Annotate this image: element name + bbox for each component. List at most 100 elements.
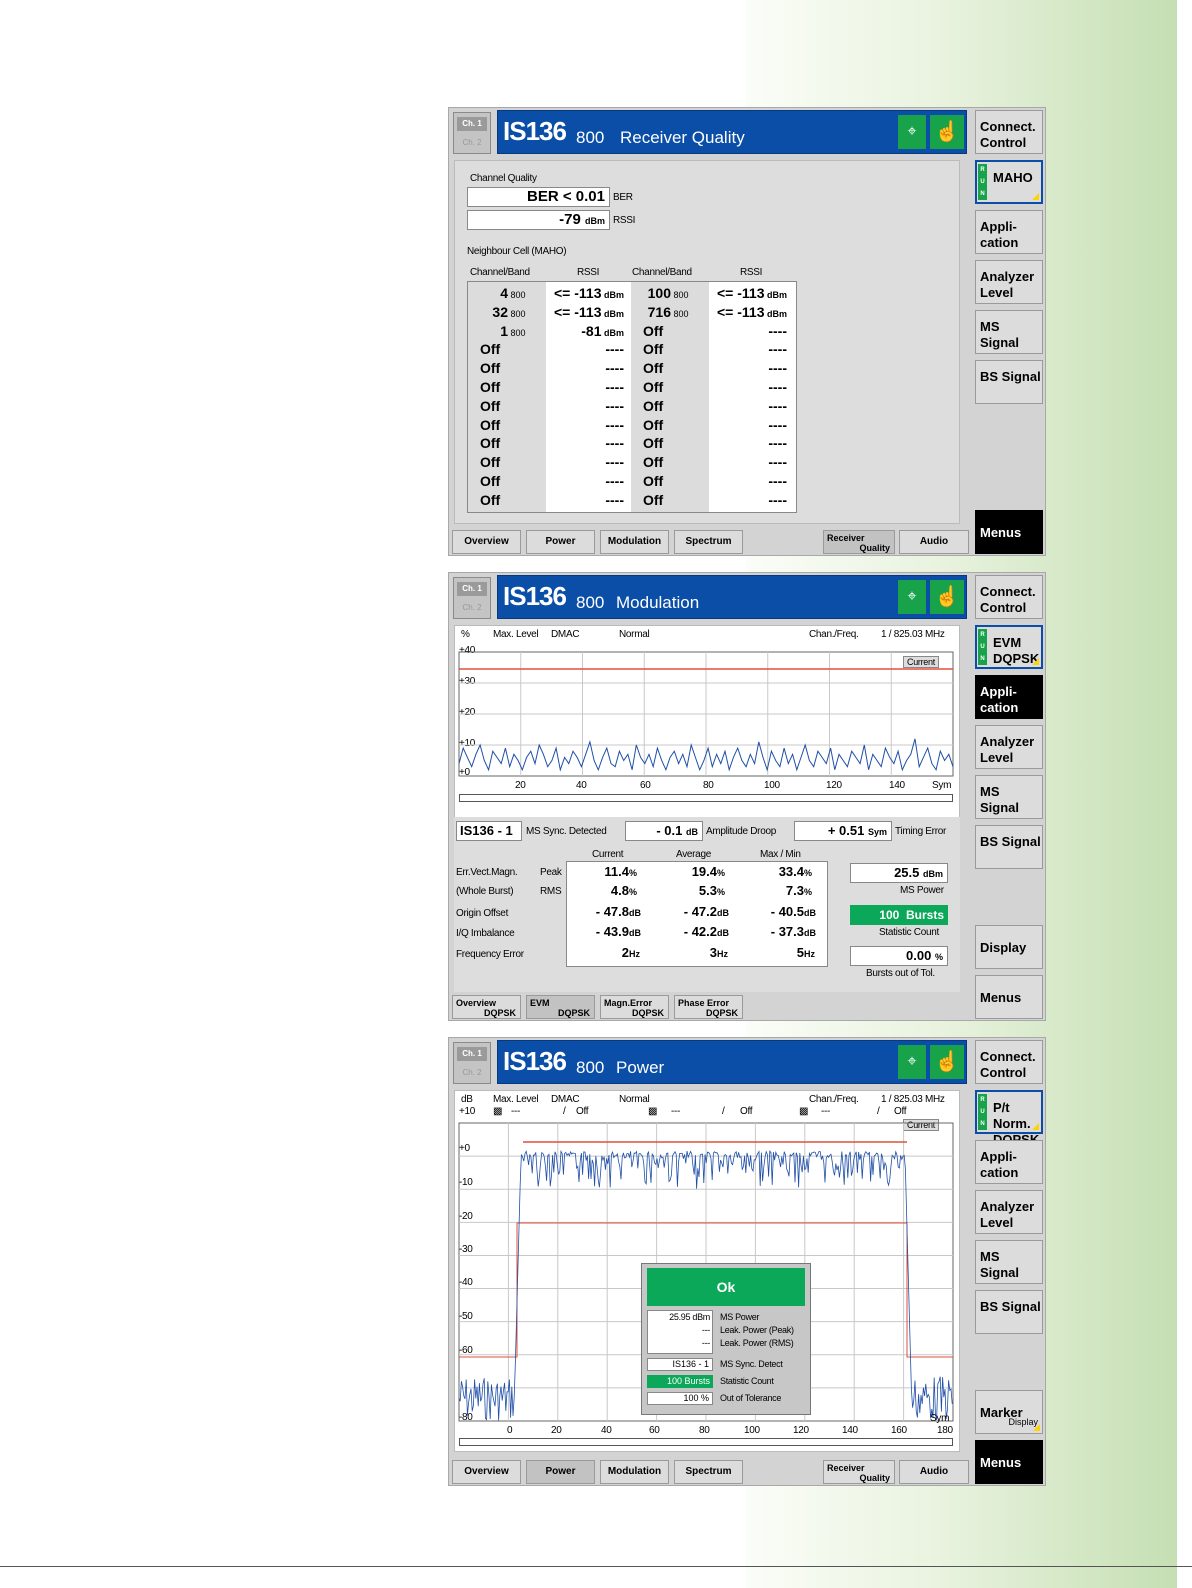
popup-sync-label: MS Sync. Detect — [720, 1359, 783, 1369]
ms-power-value: 25.5 dBm — [850, 863, 948, 883]
x-tick: 180 — [937, 1425, 953, 1436]
system-name: IS136 — [503, 581, 567, 611]
result-cell: 3 Hz — [709, 945, 728, 960]
result-cell: 11.4 % — [604, 864, 638, 879]
application-softkey[interactable]: Appli- cation — [975, 675, 1043, 719]
rssi-value: -79 dBm — [467, 210, 610, 230]
connect-control-softkey[interactable]: Connect. Control — [975, 575, 1043, 619]
bs-signal-softkey[interactable]: BS Signal — [975, 825, 1043, 869]
display-softkey[interactable]: Display — [975, 925, 1043, 969]
hotkey-overview-dqpsk[interactable]: Overview DQPSK — [452, 995, 521, 1019]
origin-offset-label: Origin Offset — [456, 908, 509, 919]
hand-pointer-icon[interactable]: ☝ — [930, 115, 964, 149]
rms-label: RMS — [540, 886, 562, 897]
ch2-indicator[interactable]: Ch. 2 — [457, 136, 487, 150]
hotkey-spectrum[interactable]: Spectrum — [674, 1460, 743, 1484]
connect-control-softkey[interactable]: Connect. Control — [975, 1040, 1043, 1084]
result-cell: 5 Hz — [796, 945, 815, 960]
maho-softkey[interactable]: R U N MAHO — [975, 160, 1043, 204]
analyzer-level-softkey[interactable]: Analyzer Level — [975, 1190, 1043, 1234]
ms-signal-softkey[interactable]: MS Signal — [975, 1240, 1043, 1284]
page-bottom-rule — [0, 1566, 1192, 1567]
channel-selector[interactable]: Ch. 1 Ch. 2 — [453, 577, 491, 619]
antenna-icon: ⌖ — [898, 580, 926, 614]
ms-signal-softkey[interactable]: MS Signal — [975, 310, 1043, 354]
table-cell-rssi: ---- — [768, 472, 787, 489]
hotkey-overview[interactable]: Overview — [452, 530, 521, 554]
x-tick: 20 — [551, 1425, 562, 1436]
menus-softkey[interactable]: Menus — [975, 1440, 1043, 1484]
title-bar: IS136 800 Power ⌖ ☝ — [497, 1040, 967, 1084]
evm-label: Err.Vect.Magn. — [456, 867, 518, 878]
hotkey-receiver-quality[interactable]: Receiver Quality — [823, 530, 895, 554]
analyzer-level-softkey[interactable]: Analyzer Level — [975, 260, 1043, 304]
hotkey-power[interactable]: Power — [526, 530, 595, 554]
hotkey-receiver-quality[interactable]: Receiver Quality — [823, 1460, 895, 1484]
evm-dqpsk-softkey[interactable]: R U N EVM DQPSK — [975, 625, 1043, 669]
droop-value: - 0.1 dB — [625, 821, 703, 841]
hotkey-magn-error-dqpsk[interactable]: Magn.Error DQPSK — [600, 995, 669, 1019]
hotkey-evm-dqpsk[interactable]: EVM DQPSK — [526, 995, 595, 1019]
scroll-bar[interactable] — [459, 1438, 953, 1446]
table-cell-channel: Off — [480, 341, 501, 358]
channel-selector[interactable]: Ch. 1 Ch. 2 — [453, 112, 491, 154]
band-label: 800 — [576, 128, 605, 147]
hotkey-overview[interactable]: Overview — [452, 1460, 521, 1484]
hotkey-spectrum[interactable]: Spectrum — [674, 530, 743, 554]
pt-norm-dqpsk-softkey[interactable]: RUNP/t Norm. DQPSK — [975, 1090, 1043, 1147]
ber-label: BER — [613, 192, 633, 203]
channel-selector[interactable]: Ch. 1 Ch. 2 — [453, 1042, 491, 1084]
connect-control-softkey[interactable]: Connect. Control — [975, 110, 1043, 154]
hotkey-audio[interactable]: Audio — [899, 1460, 969, 1484]
power-screen: Ch. 1 Ch. 2 IS136 800 Power ⌖ ☝ dB Max. … — [448, 1037, 1046, 1486]
table-cell-rssi: <= -113 dBm — [554, 285, 624, 301]
table-cell-channel: Off — [643, 416, 664, 433]
menus-softkey[interactable]: Menus — [975, 975, 1043, 1019]
x-tick: 80 — [703, 780, 714, 791]
ok-banner: Ok — [647, 1268, 805, 1306]
corner-triangle-icon — [1033, 1424, 1040, 1431]
bs-signal-softkey[interactable]: BS Signal — [975, 360, 1043, 404]
application-softkey[interactable]: Appli- cation — [975, 1140, 1043, 1184]
marker-display-softkey[interactable]: Marker Display — [975, 1390, 1043, 1434]
table-cell-rssi: ---- — [605, 360, 624, 377]
col-maxmin: Max / Min — [760, 849, 801, 860]
ch1-indicator[interactable]: Ch. 1 — [457, 582, 487, 596]
x-tick: 20 — [515, 780, 526, 791]
ch1-indicator[interactable]: Ch. 1 — [457, 117, 487, 131]
table-cell-rssi: ---- — [605, 491, 624, 508]
hand-pointer-icon[interactable]: ☝ — [930, 1045, 964, 1079]
hotkey-phase-error-dqpsk[interactable]: Phase Error DQPSK — [674, 995, 743, 1019]
ch1-indicator[interactable]: Ch. 1 — [457, 1047, 487, 1061]
application-softkey[interactable]: Appli- cation — [975, 210, 1043, 254]
result-cell: 2 Hz — [621, 945, 640, 960]
menus-softkey[interactable]: Menus — [975, 510, 1043, 554]
analyzer-level-softkey[interactable]: Analyzer Level — [975, 725, 1043, 769]
screen-title: Power — [616, 1058, 665, 1077]
x-tick-unit: Sym — [932, 780, 952, 791]
title-bar: IS136 800 Receiver Quality ⌖ ☝ — [497, 110, 967, 154]
ch2-indicator[interactable]: Ch. 2 — [457, 1066, 487, 1080]
x-tick: 160 — [891, 1425, 907, 1436]
table-cell-channel: Off — [643, 472, 664, 489]
y-tick: -80 — [459, 1412, 473, 1423]
bs-signal-softkey[interactable]: BS Signal — [975, 1290, 1043, 1334]
hotkey-modulation[interactable]: Modulation — [600, 530, 669, 554]
table-cell-rssi: ---- — [768, 435, 787, 452]
table-cell-channel: Off — [643, 454, 664, 471]
popup-leak-rms-label: Leak. Power (RMS) — [720, 1338, 794, 1348]
hotkey-audio[interactable]: Audio — [899, 530, 969, 554]
hand-pointer-icon[interactable]: ☝ — [930, 580, 964, 614]
scroll-bar[interactable] — [459, 794, 953, 802]
ms-signal-softkey[interactable]: MS Signal — [975, 775, 1043, 819]
table-cell-channel: 716 800 — [647, 303, 689, 320]
corner-triangle-icon — [1032, 658, 1039, 665]
result-popup: Ok 25.95 dBm --- --- MS Power Leak. Powe… — [641, 1263, 811, 1415]
corner-triangle-icon — [1032, 1123, 1039, 1130]
table-cell-rssi: ---- — [605, 435, 624, 452]
hotkey-power[interactable]: Power — [526, 1460, 595, 1484]
hotkey-modulation[interactable]: Modulation — [600, 1460, 669, 1484]
timing-value: + 0.51 Sym — [794, 821, 892, 841]
table-cell-rssi: ---- — [605, 397, 624, 414]
ch2-indicator[interactable]: Ch. 2 — [457, 601, 487, 615]
